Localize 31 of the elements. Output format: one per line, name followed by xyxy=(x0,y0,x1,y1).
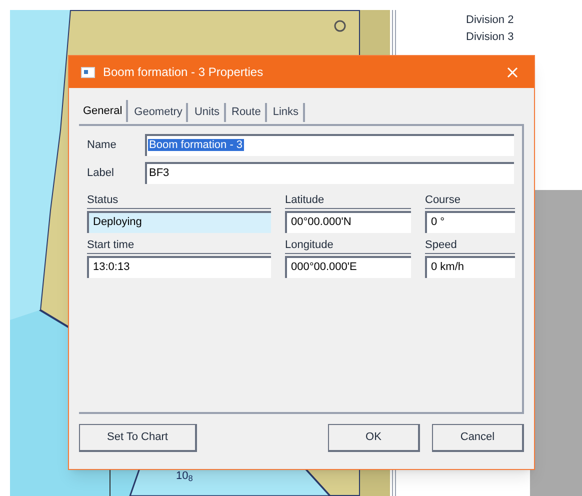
tree-item[interactable]: Division 2 xyxy=(466,12,514,29)
input-field[interactable]: Deploying xyxy=(87,210,271,233)
field-value: BF3 xyxy=(148,167,170,179)
window-title: Boom formation - 3 Properties xyxy=(103,64,264,81)
tree-item[interactable]: Division 3 xyxy=(466,29,514,46)
field-label: Course xyxy=(425,194,515,209)
tab[interactable]: Units xyxy=(190,103,226,122)
field-value: Boom formation - 3 xyxy=(148,139,244,151)
input-field[interactable]: 13:0:13 xyxy=(87,256,271,278)
cancel-button[interactable]: Cancel xyxy=(432,424,524,452)
field-label: Start time xyxy=(87,238,271,254)
tab[interactable]: Links xyxy=(268,103,305,122)
input-field[interactable]: 0 ° xyxy=(425,210,515,233)
field-label: Status xyxy=(87,194,271,209)
tab[interactable]: Geometry xyxy=(130,103,188,122)
close-icon xyxy=(507,66,518,78)
input-field[interactable]: 0 km/h xyxy=(425,256,515,278)
set-to-chart-button[interactable]: Set To Chart xyxy=(79,424,197,452)
input-field[interactable]: 00°00.000'N xyxy=(285,210,411,233)
tab[interactable]: Route xyxy=(228,103,267,122)
input-field[interactable]: 000°00.000'E xyxy=(285,256,411,278)
input-field[interactable]: Boom formation - 3 xyxy=(145,134,514,156)
field-label: Name xyxy=(87,138,118,153)
ok-button[interactable]: OK xyxy=(328,424,420,452)
field-label: Latitude xyxy=(285,194,411,209)
window-icon xyxy=(81,66,95,78)
field-label: Label xyxy=(87,166,115,181)
input-field[interactable]: BF3 xyxy=(145,162,514,184)
field-label: Longitude xyxy=(285,238,411,254)
depth-label: 10$_{8}$ xyxy=(176,469,193,484)
field-label: Speed xyxy=(425,238,515,254)
